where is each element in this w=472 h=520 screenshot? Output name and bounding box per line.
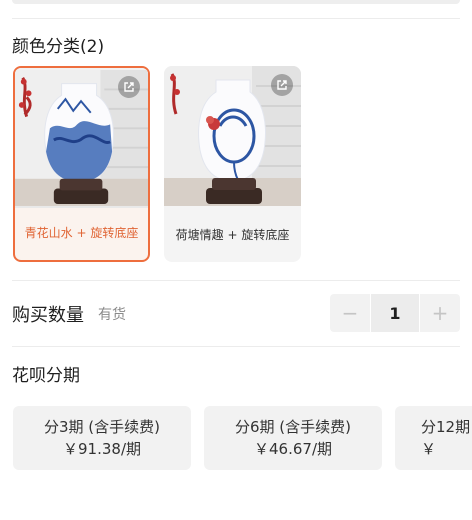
installment-plan-3[interactable]: 分3期 (含手续费) ￥91.38/期	[13, 406, 191, 470]
expand-icon	[277, 80, 287, 90]
decrease-button[interactable]: −	[330, 294, 370, 332]
divider	[12, 280, 460, 281]
stock-status: 有货	[98, 307, 126, 323]
color-option-label: 青花山水 + 旋转底座	[24, 225, 139, 240]
installment-plan-12[interactable]: 分12期 ￥	[395, 406, 472, 470]
plan-term: 分3期 (含手续费)	[43, 418, 161, 436]
previous-section-edge	[12, 0, 460, 4]
plan-term: 分12期	[421, 418, 471, 436]
color-option-label: 荷塘情趣 + 旋转底座	[175, 227, 290, 242]
plan-amount: ￥	[421, 440, 437, 458]
quantity-title: 购买数量	[12, 305, 84, 326]
quantity-stepper: − 1 +	[330, 294, 460, 332]
color-option-lotus[interactable]: 荷塘情趣 + 旋转底座	[164, 66, 301, 262]
installment-title: 花呗分期	[12, 366, 80, 386]
divider	[12, 18, 460, 19]
quantity-value[interactable]: 1	[370, 294, 420, 332]
expand-image-button[interactable]	[118, 76, 140, 98]
installment-plan-6[interactable]: 分6期 (含手续费) ￥46.67/期	[204, 406, 382, 470]
plan-term: 分6期 (含手续费)	[234, 418, 352, 436]
increase-button[interactable]: +	[420, 294, 460, 332]
expand-image-button[interactable]	[271, 74, 293, 96]
expand-icon	[124, 82, 134, 92]
divider	[12, 346, 460, 347]
plan-amount: ￥91.38/期	[63, 440, 141, 458]
color-option-landscape[interactable]: 青花山水 + 旋转底座	[13, 66, 150, 262]
plan-amount: ￥46.67/期	[254, 440, 332, 458]
color-section-title: 颜色分类(2)	[12, 37, 105, 57]
